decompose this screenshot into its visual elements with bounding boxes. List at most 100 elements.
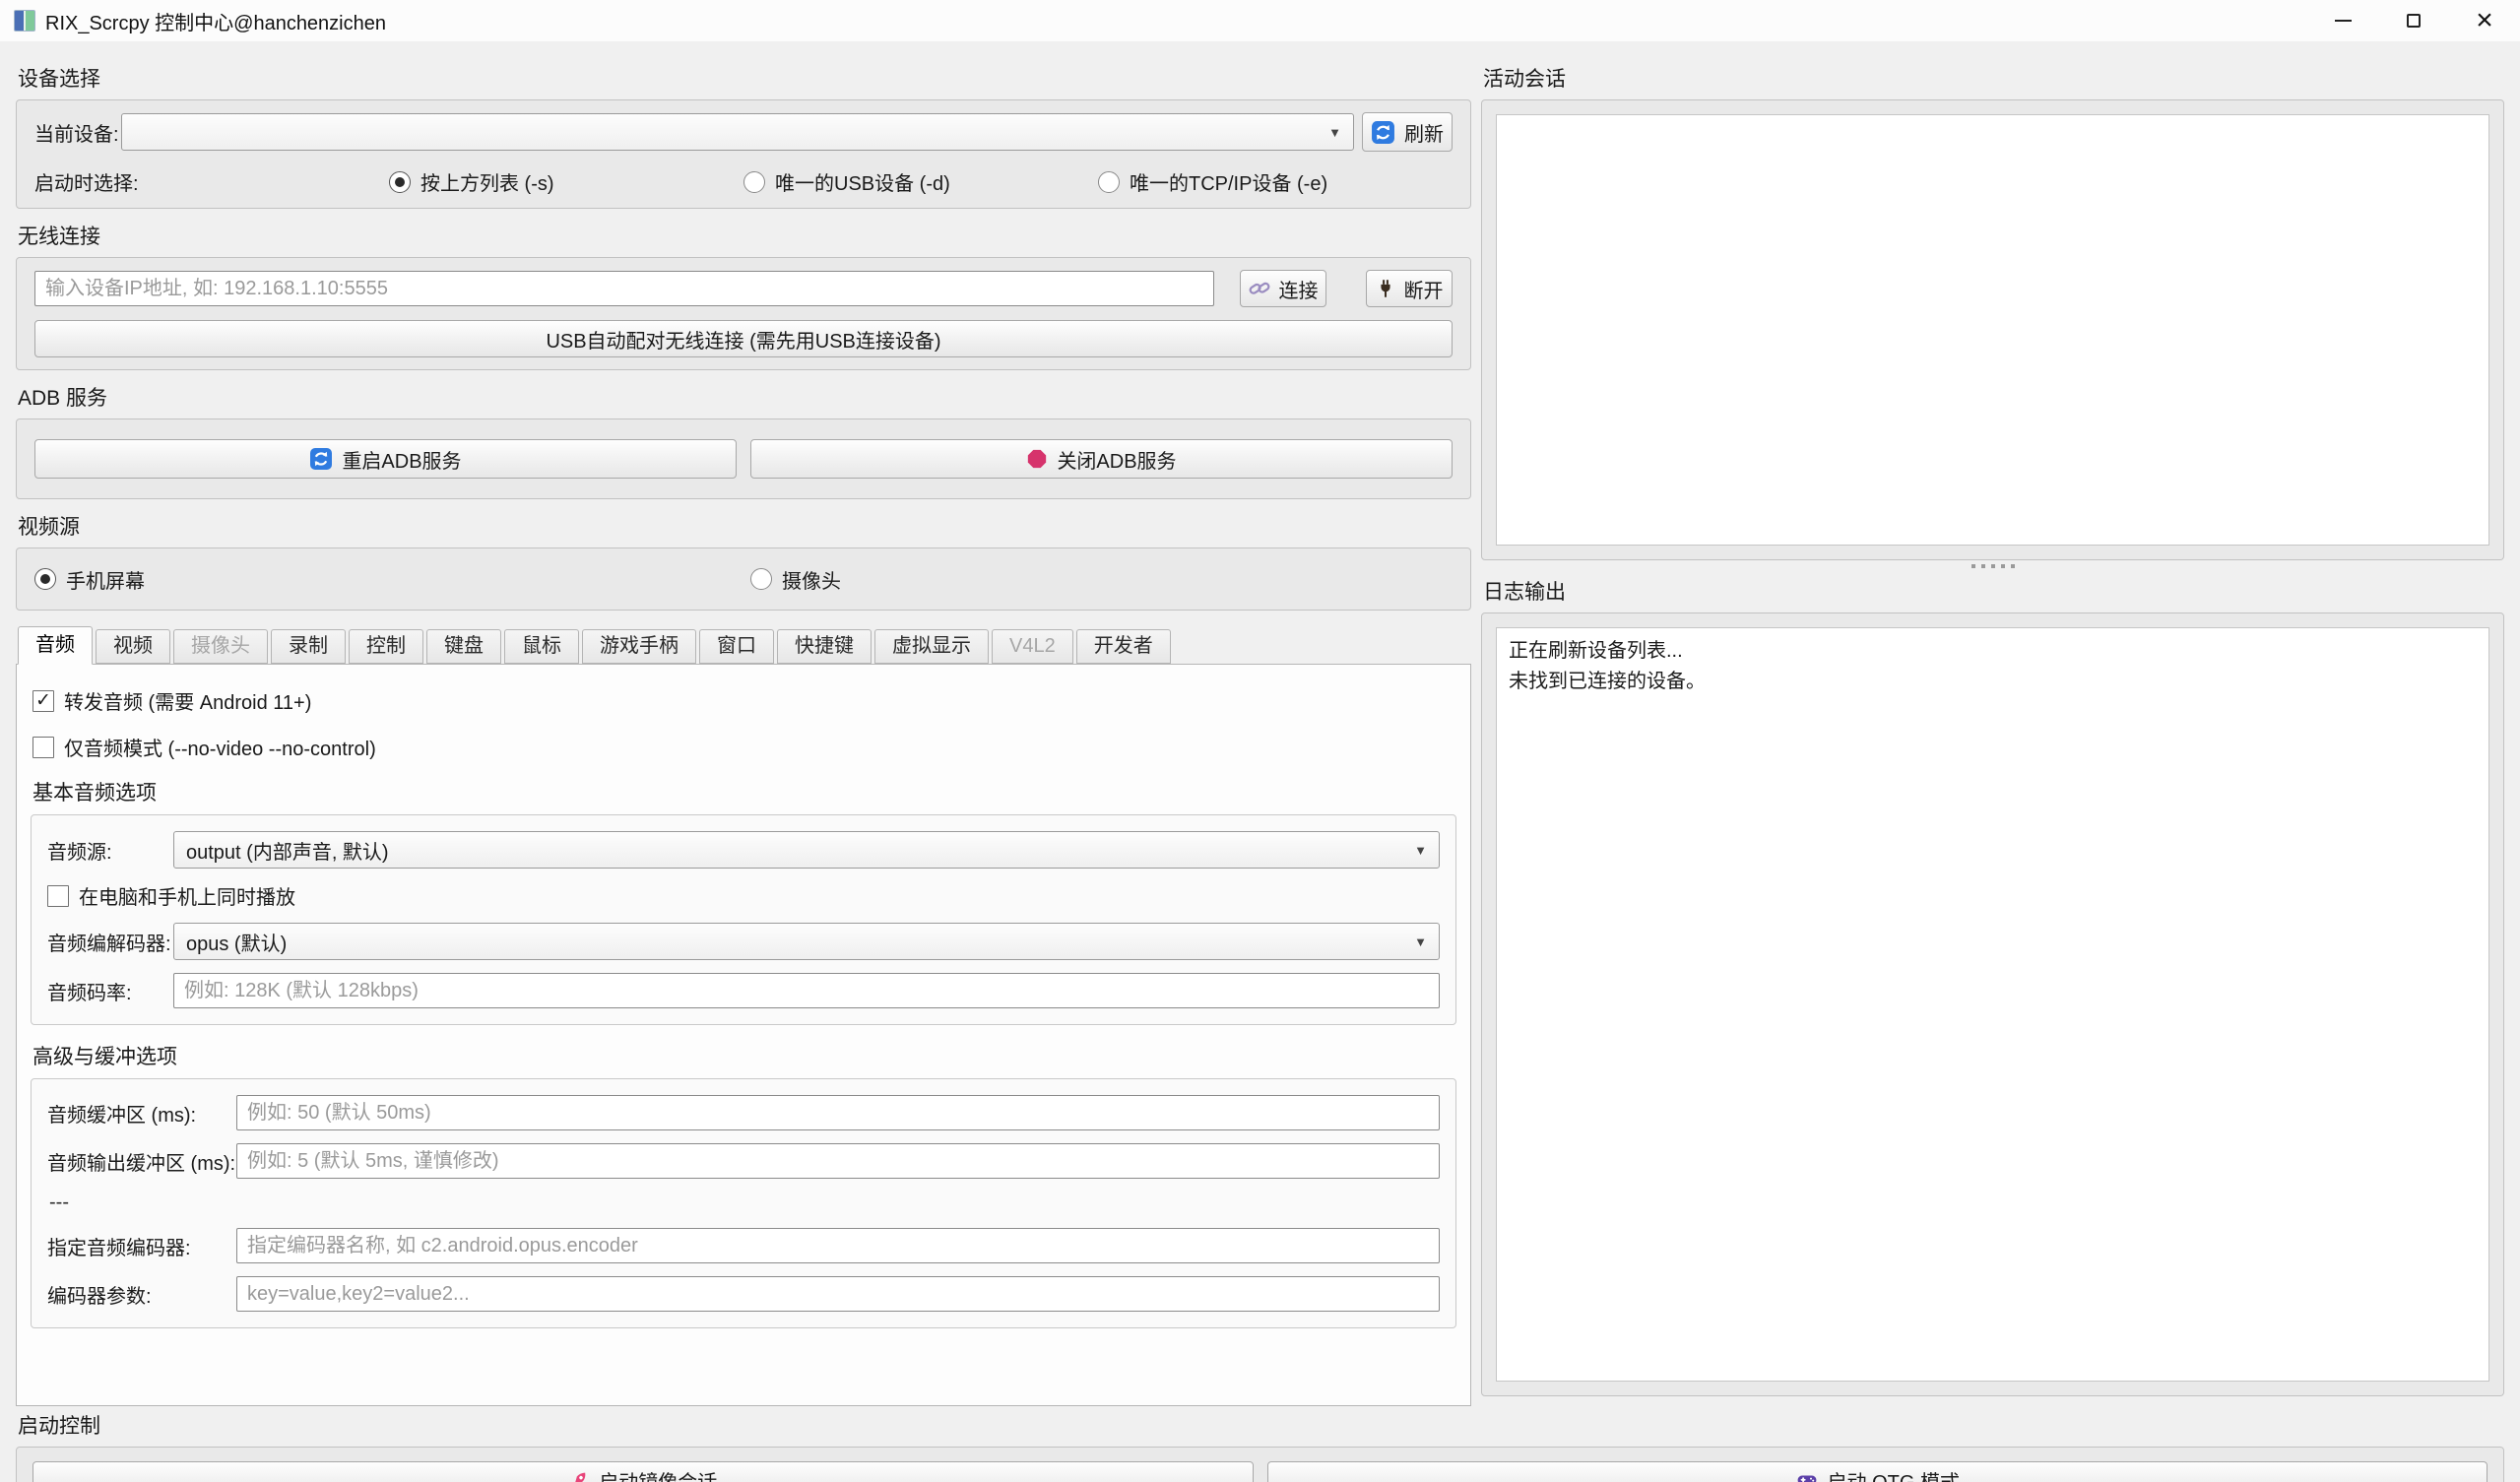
audio-source-select[interactable]: output (内部声音, 默认) ▼ bbox=[173, 831, 1440, 869]
connect-button[interactable]: 连接 bbox=[1240, 270, 1326, 307]
video-source-section-title: 视频源 bbox=[18, 511, 1469, 541]
stop-adb-button[interactable]: 关闭ADB服务 bbox=[750, 439, 1453, 479]
audio-bitrate-input[interactable] bbox=[173, 973, 1440, 1008]
plug-icon bbox=[1376, 279, 1395, 298]
audio-bitrate-label: 音频码率: bbox=[47, 977, 173, 1005]
start-otg-mode-button[interactable]: 启动 OTG 模式 bbox=[1267, 1461, 2488, 1482]
usb-auto-pair-button[interactable]: USB自动配对无线连接 (需先用USB连接设备) bbox=[34, 320, 1453, 357]
rocket-icon bbox=[568, 1469, 590, 1482]
usb-auto-pair-label: USB自动配对无线连接 (需先用USB连接设备) bbox=[546, 325, 940, 354]
tab-shortcuts[interactable]: 快捷键 bbox=[777, 629, 872, 664]
sessions-section-title: 活动会话 bbox=[1483, 63, 2502, 93]
radio-phone-screen[interactable]: 手机屏幕 bbox=[34, 565, 750, 594]
refresh-label: 刷新 bbox=[1404, 118, 1444, 147]
separator-text: --- bbox=[49, 1192, 1438, 1214]
forward-audio-checkbox[interactable]: 转发音频 (需要 Android 11+) bbox=[32, 686, 1454, 715]
tab-control[interactable]: 控制 bbox=[349, 629, 423, 664]
tab-v4l2[interactable]: V4L2 bbox=[992, 629, 1073, 664]
audio-only-checkbox[interactable]: 仅音频模式 (--no-video --no-control) bbox=[32, 733, 1454, 761]
tab-record[interactable]: 录制 bbox=[271, 629, 346, 664]
dual-play-checkbox[interactable]: 在电脑和手机上同时播放 bbox=[47, 881, 1440, 910]
audio-codec-label: 音频编解码器: bbox=[47, 928, 173, 956]
gamepad-icon bbox=[1795, 1468, 1819, 1482]
audio-tab-panel: 转发音频 (需要 Android 11+) 仅音频模式 (--no-video … bbox=[16, 664, 1471, 1406]
current-device-select[interactable]: ▼ bbox=[121, 113, 1354, 151]
tab-audio[interactable]: 音频 bbox=[18, 626, 93, 665]
restore-icon bbox=[2407, 14, 2421, 28]
audio-output-buffer-label: 音频输出缓冲区 (ms): bbox=[47, 1147, 236, 1176]
radio-icon bbox=[750, 568, 772, 590]
radio-label: 唯一的USB设备 (-d) bbox=[775, 167, 950, 196]
checkbox-icon bbox=[32, 690, 54, 712]
restore-button[interactable] bbox=[2378, 0, 2449, 41]
audio-output-buffer-input[interactable] bbox=[236, 1143, 1440, 1179]
wireless-section-title: 无线连接 bbox=[18, 221, 1469, 250]
panel-splitter-handle[interactable] bbox=[1481, 560, 2504, 572]
tab-virtual-display[interactable]: 虚拟显示 bbox=[874, 629, 989, 664]
advanced-buffer-group: 音频缓冲区 (ms): 音频输出缓冲区 (ms): --- 指定音频编码器: 编… bbox=[31, 1078, 1456, 1328]
start-otg-mode-label: 启动 OTG 模式 bbox=[1828, 1466, 1960, 1482]
disconnect-button[interactable]: 断开 bbox=[1366, 270, 1453, 307]
radio-label: 摄像头 bbox=[782, 565, 841, 594]
start-mirror-session-button[interactable]: 启动镜像会话 bbox=[32, 1461, 1254, 1482]
basic-audio-group-title: 基本音频选项 bbox=[32, 777, 1454, 806]
window-title: RIX_Scrcpy 控制中心@hanchenzichen bbox=[45, 7, 386, 35]
log-output-area[interactable]: 正在刷新设备列表... 未找到已连接的设备。 bbox=[1496, 627, 2489, 1382]
restart-adb-label: 重启ADB服务 bbox=[342, 445, 461, 474]
minimize-button[interactable] bbox=[2307, 0, 2378, 41]
radio-startup-tcpip[interactable]: 唯一的TCP/IP设备 (-e) bbox=[1098, 167, 1453, 196]
audio-encoder-input[interactable] bbox=[236, 1228, 1440, 1263]
radio-label: 手机屏幕 bbox=[66, 565, 145, 594]
encoder-params-input[interactable] bbox=[236, 1276, 1440, 1312]
close-button[interactable]: × bbox=[2449, 0, 2520, 41]
radio-icon bbox=[1098, 171, 1120, 193]
radio-startup-list[interactable]: 按上方列表 (-s) bbox=[389, 167, 743, 196]
checkbox-label: 仅音频模式 (--no-video --no-control) bbox=[64, 733, 376, 761]
tab-keyboard[interactable]: 键盘 bbox=[426, 629, 501, 664]
log-line: 正在刷新设备列表... bbox=[1509, 636, 2477, 667]
start-mirror-session-label: 启动镜像会话 bbox=[599, 1466, 717, 1482]
wireless-section: 连接 断开 USB自动配对无线连接 (需先用USB连接设备) bbox=[16, 257, 1471, 370]
radio-icon bbox=[34, 568, 56, 590]
disconnect-label: 断开 bbox=[1404, 275, 1444, 303]
audio-source-value: output (内部声音, 默认) bbox=[186, 836, 1414, 865]
encoder-params-label: 编码器参数: bbox=[47, 1280, 236, 1309]
checkbox-icon bbox=[47, 885, 69, 907]
stop-icon bbox=[1026, 448, 1048, 470]
connect-label: 连接 bbox=[1279, 275, 1319, 303]
tab-camera[interactable]: 摄像头 bbox=[173, 629, 268, 664]
tab-video[interactable]: 视频 bbox=[96, 629, 170, 664]
audio-codec-select[interactable]: opus (默认) ▼ bbox=[173, 923, 1440, 960]
ip-address-input[interactable] bbox=[34, 271, 1214, 306]
tab-gamepad[interactable]: 游戏手柄 bbox=[582, 629, 696, 664]
radio-startup-usb[interactable]: 唯一的USB设备 (-d) bbox=[743, 167, 1098, 196]
app-icon bbox=[14, 10, 35, 32]
close-icon: × bbox=[2476, 6, 2493, 35]
checkbox-label: 转发音频 (需要 Android 11+) bbox=[64, 686, 311, 715]
launch-section-title: 启动控制 bbox=[18, 1410, 2502, 1440]
refresh-device-button[interactable]: 刷新 bbox=[1362, 112, 1453, 152]
startup-select-label: 启动时选择: bbox=[34, 167, 389, 196]
audio-buffer-label: 音频缓冲区 (ms): bbox=[47, 1099, 236, 1128]
radio-camera[interactable]: 摄像头 bbox=[750, 565, 1453, 594]
left-panel: 设备选择 当前设备: ▼ 刷新 启动时选择: bbox=[16, 51, 1471, 1406]
refresh-icon bbox=[1371, 120, 1395, 145]
tab-window[interactable]: 窗口 bbox=[699, 629, 774, 664]
titlebar: RIX_Scrcpy 控制中心@hanchenzichen × bbox=[0, 0, 2520, 41]
splitter-dot bbox=[1981, 564, 1985, 568]
audio-source-label: 音频源: bbox=[47, 836, 173, 865]
tab-mouse[interactable]: 鼠标 bbox=[504, 629, 579, 664]
log-section-title: 日志输出 bbox=[1483, 576, 2502, 606]
log-line: 未找到已连接的设备。 bbox=[1509, 667, 2477, 697]
basic-audio-group: 音频源: output (内部声音, 默认) ▼ 在电脑和手机上同时播放 音频编… bbox=[31, 814, 1456, 1025]
restart-adb-button[interactable]: 重启ADB服务 bbox=[34, 439, 737, 479]
advanced-buffer-group-title: 高级与缓冲选项 bbox=[32, 1041, 1454, 1070]
minimize-icon bbox=[2335, 20, 2352, 22]
stop-adb-label: 关闭ADB服务 bbox=[1057, 445, 1176, 474]
audio-buffer-input[interactable] bbox=[236, 1095, 1440, 1130]
tab-developer[interactable]: 开发者 bbox=[1076, 629, 1171, 664]
active-sessions-list[interactable] bbox=[1496, 114, 2489, 546]
splitter-dot bbox=[2001, 564, 2005, 568]
log-section: 正在刷新设备列表... 未找到已连接的设备。 bbox=[1481, 612, 2504, 1396]
settings-tab-bar: 音频 视频 摄像头 录制 控制 键盘 鼠标 游戏手柄 窗口 快捷键 虚拟显示 V… bbox=[16, 626, 1471, 664]
